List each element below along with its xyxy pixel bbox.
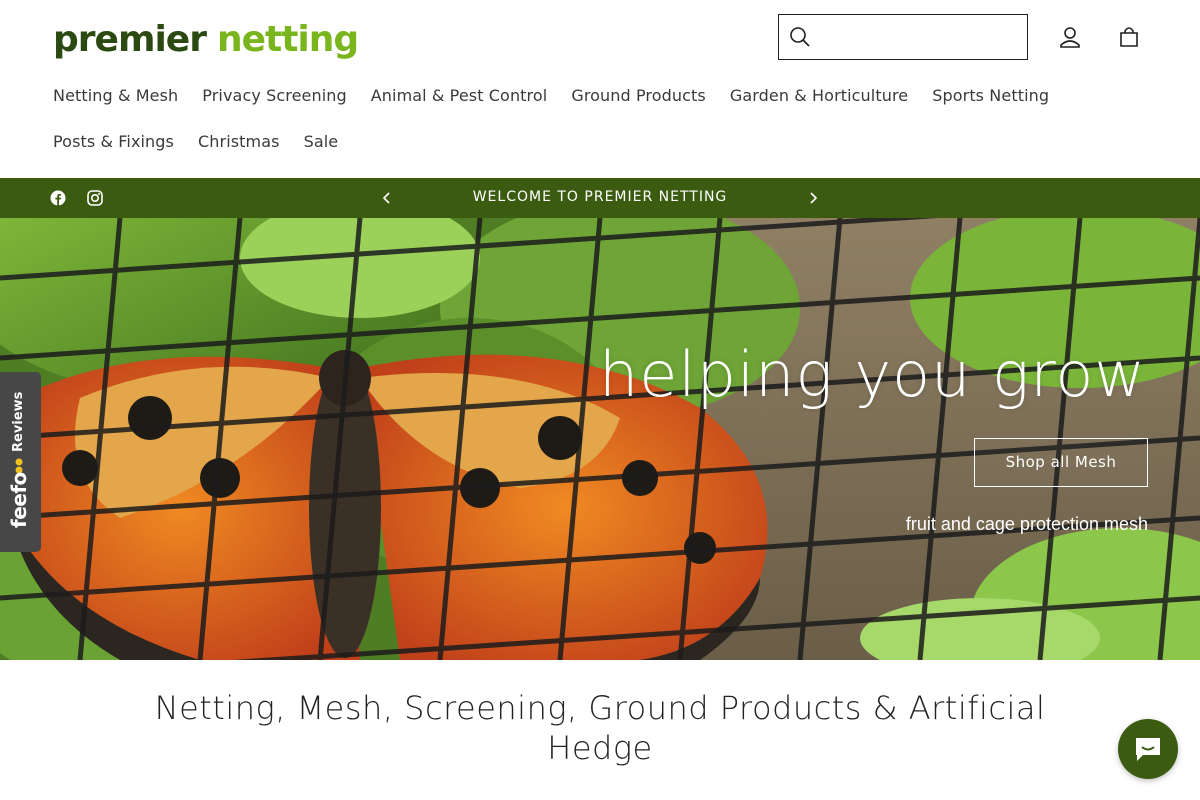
hero-banner: helping you grow Shop all Mesh fruit and… [0, 218, 1200, 660]
feefo-reviews-tab[interactable]: Reviews feefo [0, 372, 41, 552]
nav-ground-products[interactable]: Ground Products [559, 74, 718, 120]
feefo-logo: feefo [7, 472, 31, 528]
nav-sale[interactable]: Sale [292, 120, 351, 166]
hero-title: helping you grow [598, 338, 1146, 411]
chat-button[interactable] [1118, 719, 1178, 779]
search-icon [790, 27, 810, 47]
shop-all-mesh-button[interactable]: Shop all Mesh [974, 438, 1148, 487]
hero-subtitle: fruit and cage protection mesh [905, 514, 1148, 534]
logo[interactable]: premier netting [53, 14, 359, 60]
instagram-link[interactable] [85, 188, 105, 208]
nav-animal-pest-control[interactable]: Animal & Pest Control [359, 74, 560, 120]
chevron-left-icon [382, 192, 390, 204]
nav-privacy-screening[interactable]: Privacy Screening [190, 74, 358, 120]
search-box[interactable] [778, 14, 1028, 60]
nav-christmas[interactable]: Christmas [186, 120, 292, 166]
search-input[interactable] [811, 15, 1027, 59]
nav-garden-horticulture[interactable]: Garden & Horticulture [718, 74, 920, 120]
facebook-link[interactable] [48, 188, 68, 208]
nav-netting-mesh[interactable]: Netting & Mesh [41, 74, 190, 120]
instagram-icon [87, 190, 103, 206]
user-icon [1060, 27, 1080, 48]
announcement-bar: WELCOME TO PREMIER NETTING [0, 178, 1200, 218]
chat-icon [1136, 738, 1160, 761]
nav-posts-fixings[interactable]: Posts & Fixings [41, 120, 186, 166]
announcement-prev-button[interactable] [376, 187, 398, 209]
logo-text-netting: netting [216, 19, 359, 60]
logo-text-premier: premier [53, 19, 207, 60]
section-title: Netting, Mesh, Screening, Ground Product… [154, 689, 1046, 767]
chevron-right-icon [810, 192, 818, 204]
announcement-next-button[interactable] [802, 187, 824, 209]
cart-button[interactable] [1114, 22, 1144, 52]
reviews-label: Reviews [11, 391, 26, 452]
main-nav: Netting & Mesh Privacy Screening Animal … [41, 74, 1141, 166]
site-header: premier netting Netting & Mesh Privacy Sc… [0, 0, 1200, 178]
account-button[interactable] [1055, 22, 1085, 52]
nav-sports-netting[interactable]: Sports Netting [920, 74, 1061, 120]
announcement-message: WELCOME TO PREMIER NETTING [472, 189, 728, 205]
bag-icon [1120, 27, 1138, 47]
facebook-icon [50, 190, 66, 206]
